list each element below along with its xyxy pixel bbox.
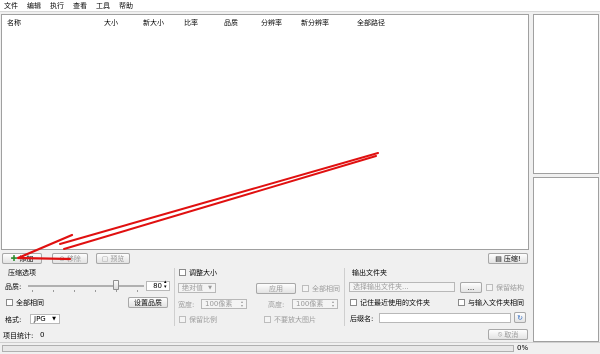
divider	[174, 268, 175, 326]
quality-label: 品质:	[5, 283, 22, 291]
compress-all-same-label: 全部相同	[16, 299, 44, 307]
browse-label: ...	[467, 283, 475, 292]
remove-button-label: 移除	[66, 254, 81, 263]
plus-icon: ✚	[10, 254, 18, 263]
preview-icon: ▢	[101, 254, 109, 263]
col-ratio[interactable]: 比率	[184, 18, 198, 28]
cancel-icon: ⦸	[497, 330, 503, 338]
menu-help[interactable]: 帮助	[119, 1, 133, 11]
compress-button[interactable]: ▤ 压缩!	[488, 253, 528, 264]
format-label: 格式:	[5, 316, 22, 324]
output-folder-placeholder: 选择输出文件夹...	[353, 283, 409, 291]
slider-tick	[95, 290, 96, 292]
col-full-path[interactable]: 全部路径	[357, 18, 385, 28]
refresh-icon: ↻	[517, 313, 523, 322]
keep-ratio-label: 保留比例	[189, 316, 217, 324]
file-list[interactable]: 名称 大小 新大小 比率 品质 分辨率 新分辨率 全部路径	[1, 14, 529, 250]
menu-tools[interactable]: 工具	[96, 1, 110, 11]
chevron-down-icon: ▼	[208, 285, 212, 291]
width-value: 100像素	[205, 300, 233, 308]
output-folder-title: 输出文件夹	[352, 269, 387, 277]
height-label: 高度:	[268, 301, 285, 309]
quality-slider-track[interactable]	[28, 285, 144, 287]
menu-edit[interactable]: 编辑	[27, 1, 41, 11]
keep-structure-checkbox[interactable]	[486, 284, 493, 291]
col-name[interactable]: 名称	[7, 18, 21, 28]
cancel-label: 取消	[504, 330, 519, 339]
set-quality-label: 设置品质	[134, 298, 162, 307]
progress-bar	[2, 345, 514, 352]
same-as-input-label: 与输入文件夹相同	[468, 299, 524, 307]
spin-arrows-icon: ▴ ▾	[331, 299, 334, 308]
same-as-input-checkbox[interactable]	[458, 299, 465, 306]
width-label: 宽度:	[178, 301, 195, 309]
menu-file[interactable]: 文件	[4, 1, 18, 11]
slider-tick	[74, 290, 75, 292]
add-button[interactable]: ✚ 添加	[2, 253, 42, 264]
col-resolution[interactable]: 分辨率	[261, 18, 282, 28]
remove-button[interactable]: ⊖ 移除	[52, 253, 88, 264]
compress-options-title: 压缩选项	[8, 269, 36, 277]
slider-tick	[137, 290, 138, 292]
keep-ratio-checkbox[interactable]	[179, 316, 186, 323]
menu-run[interactable]: 执行	[50, 1, 64, 11]
resize-checkbox[interactable]	[179, 269, 186, 276]
quality-value: 80	[153, 282, 162, 290]
quality-slider-thumb[interactable]	[113, 280, 119, 290]
col-new-size[interactable]: 新大小	[143, 18, 164, 28]
preview-original-pane	[533, 14, 599, 174]
resize-all-same-label: 全部相同	[312, 285, 340, 293]
remember-recent-label: 记住最近使用的文件夹	[360, 299, 430, 307]
height-spinbox[interactable]: 100像素 ▴ ▾	[292, 299, 338, 309]
add-button-label: 添加	[19, 254, 34, 263]
compress-all-same-checkbox[interactable]	[6, 299, 13, 306]
format-select[interactable]: JPG ▼	[30, 314, 60, 324]
divider	[344, 268, 345, 326]
resize-title: 调整大小	[189, 269, 217, 277]
compress-button-label: 压缩!	[503, 254, 521, 263]
slider-tick	[53, 290, 54, 292]
output-folder-input[interactable]: 选择输出文件夹...	[349, 282, 455, 292]
width-spinbox[interactable]: 100像素 ▴ ▾	[201, 299, 247, 309]
resize-all-same-checkbox[interactable]	[302, 285, 309, 292]
item-count-label: 项目统计:	[3, 332, 34, 340]
slider-tick	[32, 290, 33, 292]
resize-mode-value: 绝对值	[182, 284, 203, 292]
format-value: JPG	[34, 315, 46, 323]
preview-button-label: 预览	[110, 254, 125, 263]
progress-percent: 0%	[517, 344, 529, 352]
col-size[interactable]: 大小	[104, 18, 118, 28]
compress-icon: ▤	[495, 254, 502, 263]
suffix-label: 后缀名:	[350, 315, 374, 323]
no-enlarge-checkbox[interactable]	[264, 316, 271, 323]
item-count-value: 0	[40, 331, 45, 339]
apply-button[interactable]: 应用	[256, 283, 296, 294]
suffix-options-button[interactable]: ↻	[514, 312, 526, 323]
preview-compressed-pane	[533, 177, 599, 342]
spin-arrows-icon[interactable]: ▴ ▾	[164, 280, 167, 290]
remember-recent-checkbox[interactable]	[350, 299, 357, 306]
set-quality-button[interactable]: 设置品质	[128, 297, 168, 308]
resize-mode-select[interactable]: 绝对值 ▼	[178, 283, 216, 293]
preview-button[interactable]: ▢ 预览	[96, 253, 130, 264]
apply-label: 应用	[269, 284, 283, 293]
height-value: 100像素	[296, 300, 324, 308]
no-enlarge-label: 不要放大图片	[274, 316, 316, 324]
keep-structure-label: 保留结构	[496, 284, 524, 292]
col-quality[interactable]: 品质	[224, 18, 238, 28]
menu-view[interactable]: 查看	[73, 1, 87, 11]
slider-tick	[116, 290, 117, 292]
suffix-input[interactable]	[379, 313, 511, 323]
col-new-resolution[interactable]: 新分辨率	[301, 18, 329, 28]
spin-arrows-icon: ▴ ▾	[240, 299, 243, 308]
cancel-button[interactable]: ⦸ 取消	[488, 329, 528, 340]
menu-bar: 文件 编辑 执行 查看 工具 帮助	[0, 0, 600, 12]
browse-button[interactable]: ...	[460, 282, 482, 293]
chevron-down-icon: ▼	[52, 316, 56, 322]
remove-icon: ⊖	[59, 254, 65, 263]
